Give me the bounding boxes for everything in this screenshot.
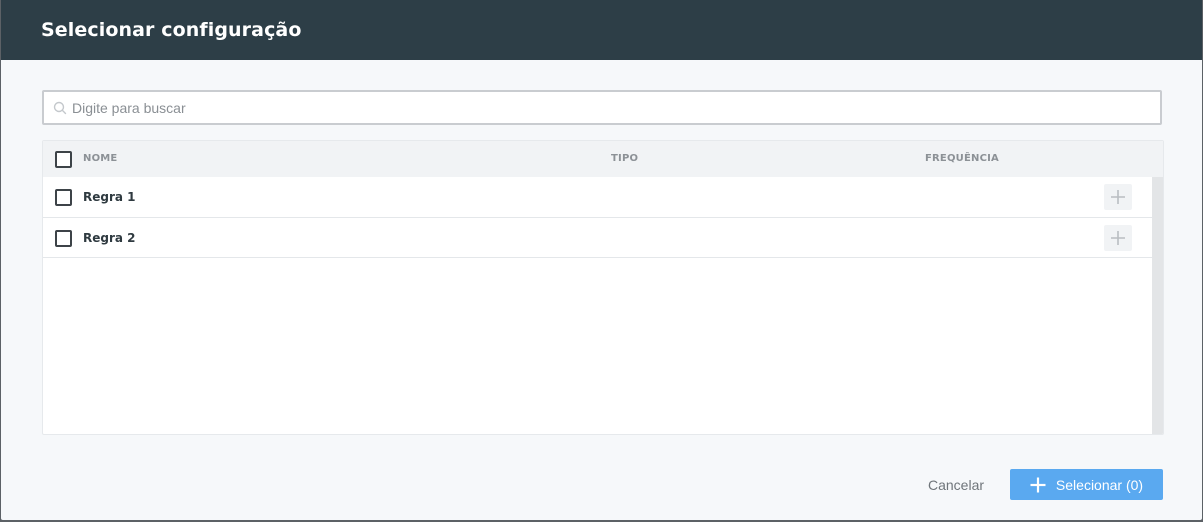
plus-icon bbox=[1111, 231, 1125, 245]
configuration-table: NOME TIPO FREQUÊNCIA Regra 1 Regra 2 bbox=[42, 140, 1164, 435]
search-box[interactable] bbox=[42, 90, 1162, 125]
table-header: NOME TIPO FREQUÊNCIA bbox=[43, 141, 1163, 177]
search-input[interactable] bbox=[72, 92, 1160, 123]
dialog-title: Selecionar configuração bbox=[41, 19, 302, 41]
row-name: Regra 1 bbox=[83, 190, 136, 204]
cancel-button[interactable]: Cancelar bbox=[921, 469, 991, 500]
dialog-header: Selecionar configuração bbox=[1, 0, 1202, 60]
select-all-checkbox[interactable] bbox=[55, 151, 72, 168]
table-row[interactable]: Regra 2 bbox=[43, 218, 1153, 258]
column-header-tipo: TIPO bbox=[611, 153, 639, 164]
plus-icon bbox=[1111, 190, 1125, 204]
plus-icon bbox=[1030, 477, 1046, 493]
table-scrollbar[interactable] bbox=[1152, 177, 1163, 434]
select-configuration-dialog: Selecionar configuração NOME TIPO FREQUÊ… bbox=[1, 0, 1202, 520]
search-icon bbox=[48, 98, 72, 118]
column-header-nome: NOME bbox=[83, 153, 118, 164]
row-checkbox[interactable] bbox=[55, 230, 72, 247]
select-button[interactable]: Selecionar (0) bbox=[1010, 469, 1163, 500]
row-add-button[interactable] bbox=[1104, 184, 1132, 210]
row-checkbox[interactable] bbox=[55, 189, 72, 206]
select-button-label: Selecionar (0) bbox=[1055, 476, 1144, 493]
row-add-button[interactable] bbox=[1104, 225, 1132, 251]
table-body: Regra 1 Regra 2 bbox=[43, 177, 1153, 434]
table-row[interactable]: Regra 1 bbox=[43, 177, 1153, 218]
row-name: Regra 2 bbox=[83, 231, 136, 245]
column-header-frequencia: FREQUÊNCIA bbox=[925, 153, 999, 164]
